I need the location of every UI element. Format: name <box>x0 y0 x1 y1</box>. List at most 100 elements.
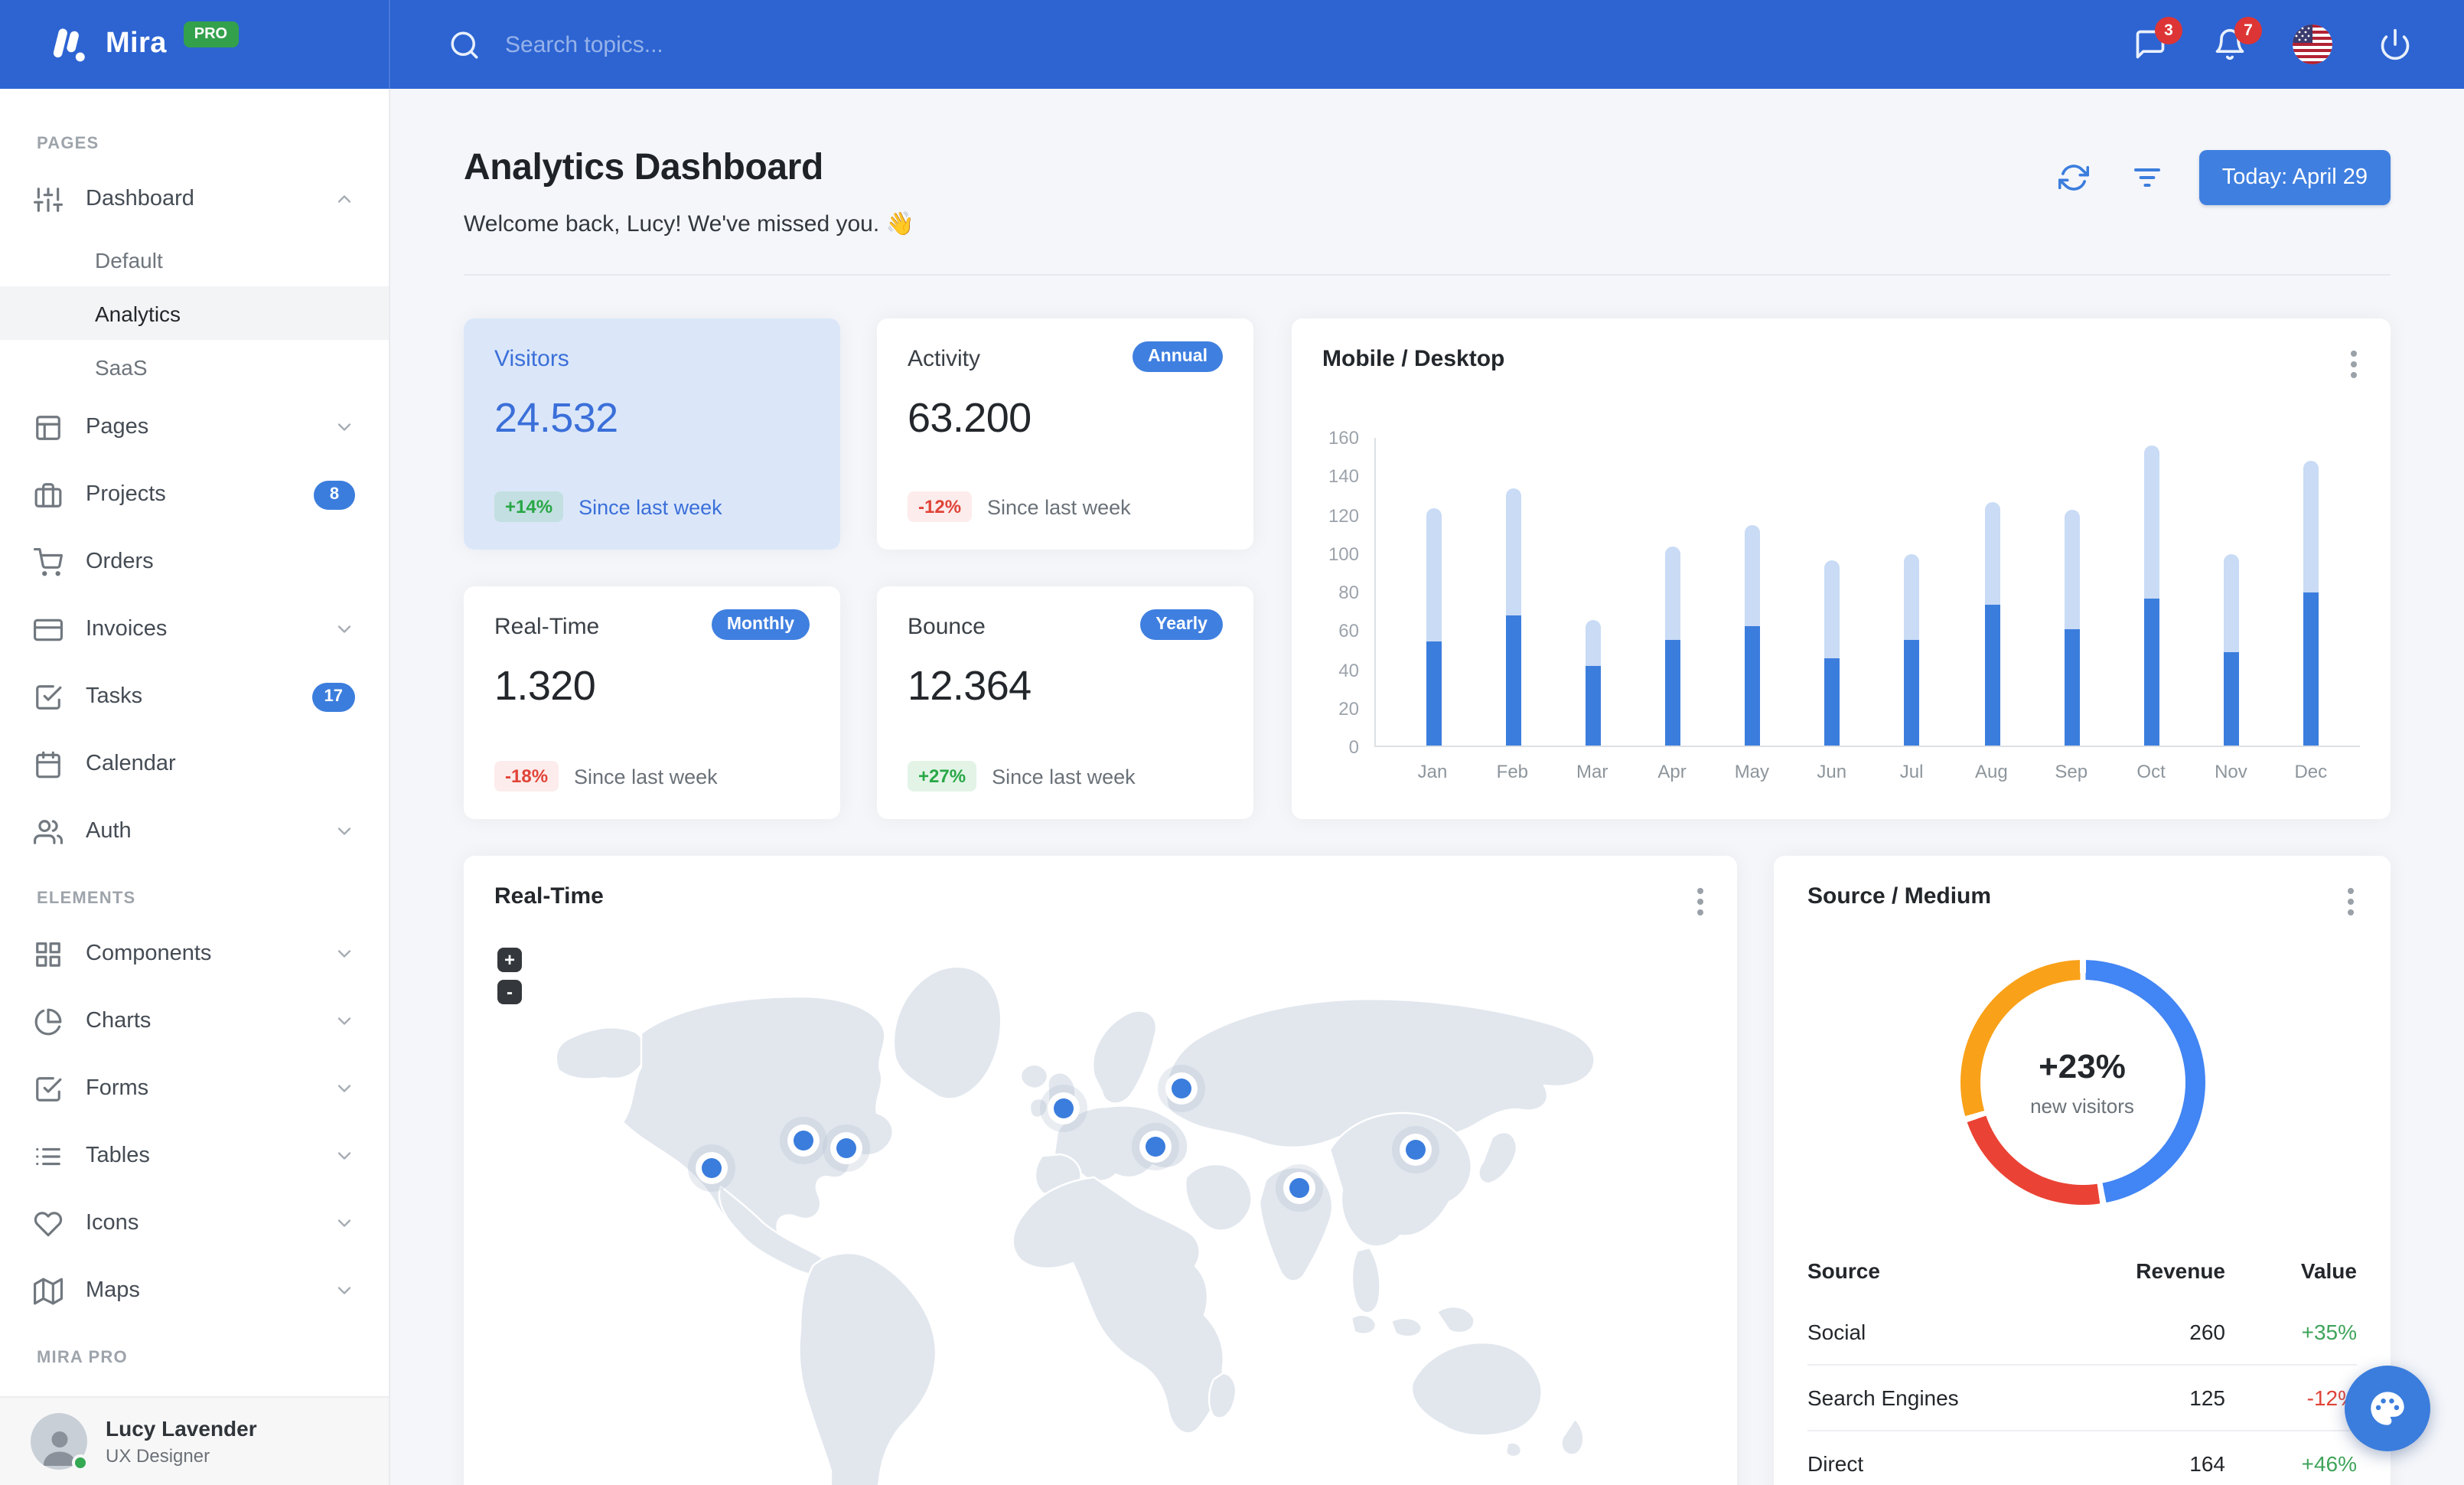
sidebar-item-pages[interactable]: Pages <box>0 393 389 461</box>
mobile-desktop-card: Mobile / Desktop 0 20 40 60 80 100 120 140 160 J… <box>1292 318 2391 819</box>
stat-delta-chip: -18% <box>494 761 559 791</box>
table-header-revenue: Revenue <box>2136 1258 2225 1283</box>
bar-chart-y-axis: 0 20 40 60 80 100 120 140 160 <box>1322 427 1374 758</box>
notifications-count-badge: 7 <box>2234 17 2262 44</box>
bar-segment-desktop <box>2143 445 2159 599</box>
stat-period-badge[interactable]: Yearly <box>1140 609 1223 640</box>
sidebar-item-maps[interactable]: Maps <box>0 1257 389 1324</box>
filter-button[interactable] <box>2126 156 2169 199</box>
search <box>448 28 961 60</box>
chevron-down-icon <box>334 416 355 438</box>
y-tick-label: 60 <box>1338 620 1359 642</box>
sidebar-item-forms[interactable]: Forms <box>0 1055 389 1122</box>
sidebar-subitem-analytics[interactable]: Analytics <box>0 286 389 340</box>
sidebar-item-auth[interactable]: Auth <box>0 798 389 865</box>
messages-button[interactable]: 3 <box>2133 17 2182 61</box>
stat-caption: Since last week <box>574 765 718 788</box>
sidebar-count-badge: 8 <box>314 480 355 509</box>
brand[interactable]: Mira PRO <box>0 0 390 89</box>
kebab-menu-icon[interactable] <box>2348 346 2360 383</box>
y-tick-label: 20 <box>1338 697 1359 720</box>
logout-button[interactable] <box>2378 28 2412 61</box>
table-row-direct: Direct 164 +46% <box>1807 1430 2357 1485</box>
stat-value: 63.200 <box>908 395 1032 441</box>
map-marker <box>1406 1140 1426 1160</box>
x-tick-label: Jul <box>1899 761 1924 782</box>
online-status-dot <box>72 1454 89 1471</box>
stacked-bar-oct <box>2143 445 2159 746</box>
sidebar-item-orders[interactable]: Orders <box>0 528 389 596</box>
y-tick-label: 0 <box>1348 736 1359 758</box>
chevron-down-icon <box>334 1078 355 1099</box>
stat-delta-chip: -12% <box>908 491 973 522</box>
world-map: + - <box>494 935 1706 1485</box>
search-input[interactable] <box>502 30 961 59</box>
power-icon <box>2378 28 2412 61</box>
bar-segment-mobile <box>1745 625 1761 746</box>
stat-period-badge[interactable]: Annual <box>1133 341 1223 372</box>
user-role: UX Designer <box>106 1445 210 1467</box>
sidebar-item-components[interactable]: Components <box>0 920 389 987</box>
pie-chart-icon <box>34 1007 63 1036</box>
stacked-bar-apr <box>1665 546 1681 746</box>
bar-chart-x-axis: Jan Feb Mar Apr May Jun Jul Aug Sep Oct Nov Dec <box>1374 747 2360 782</box>
table-header-value: Value <box>2300 1258 2357 1283</box>
refresh-button[interactable] <box>2052 156 2095 199</box>
sidebar-item-calendar[interactable]: Calendar <box>0 730 389 798</box>
map-card-title: Real-Time <box>494 883 604 909</box>
shopping-cart-icon <box>34 547 63 576</box>
today-button[interactable]: Today: April 29 <box>2198 150 2391 205</box>
stacked-bar-aug <box>1984 501 2000 746</box>
bar-segment-mobile <box>1824 658 1840 746</box>
sidebar-item-tables[interactable]: Tables <box>0 1122 389 1190</box>
sidebar-subitem-saas[interactable]: SaaS <box>0 340 389 393</box>
stacked-bar-may <box>1745 525 1761 746</box>
stat-caption: Since last week <box>579 495 722 518</box>
bar-segment-mobile <box>1665 639 1681 746</box>
language-button[interactable] <box>2293 24 2332 64</box>
topbar-actions: 3 7 <box>2133 17 2464 64</box>
sidebar-item-tasks[interactable]: Tasks 17 <box>0 663 389 730</box>
sliders-icon <box>34 184 63 214</box>
sidebar-item-invoices[interactable]: Invoices <box>0 596 389 663</box>
sidebar-item-projects[interactable]: Projects 8 <box>0 461 389 528</box>
bar-segment-mobile <box>2143 599 2159 746</box>
x-tick-label: Sep <box>2055 761 2088 782</box>
kebab-menu-icon[interactable] <box>2345 883 2357 920</box>
map-marker <box>702 1158 722 1178</box>
stat-value: 12.364 <box>908 663 1032 709</box>
sidebar-subitem-default[interactable]: Default <box>0 233 389 286</box>
sidebar-user[interactable]: Lucy Lavender UX Designer <box>0 1396 389 1485</box>
app-root: Mira PRO 3 7 <box>0 0 2464 1485</box>
chevron-up-icon <box>334 188 355 210</box>
x-tick-label: Nov <box>2215 761 2247 782</box>
chevron-down-icon <box>334 1145 355 1167</box>
bar-segment-desktop <box>1904 554 1920 640</box>
kebab-menu-icon[interactable] <box>1694 883 1706 920</box>
theme-settings-fab[interactable] <box>2345 1366 2430 1451</box>
us-flag-icon <box>2293 24 2332 64</box>
bar-segment-mobile <box>1904 639 1920 746</box>
stat-card-real-time: Real-Time Monthly 1.320 -18% Since last week <box>464 586 840 819</box>
stacked-bar-jun <box>1824 560 1840 746</box>
bar-segment-desktop <box>1984 501 2000 605</box>
bar-segment-mobile <box>1586 666 1602 746</box>
notifications-button[interactable]: 7 <box>2213 17 2262 61</box>
map-zoom-in-button[interactable]: + <box>497 948 522 972</box>
map-zoom-out-button[interactable]: - <box>497 980 522 1004</box>
map-marker <box>1289 1178 1309 1198</box>
x-tick-label: Dec <box>2294 761 2328 782</box>
sidebar-item-charts[interactable]: Charts <box>0 987 389 1055</box>
sidebar-item-icons[interactable]: Icons <box>0 1190 389 1257</box>
stat-title: Real-Time <box>494 614 600 640</box>
bar-segment-mobile <box>1984 604 2000 746</box>
y-tick-label: 80 <box>1338 582 1359 603</box>
donut-center-label: new visitors <box>2030 1095 2134 1118</box>
header-divider <box>464 274 2391 276</box>
table-row-search-engines: Search Engines 125 -12% <box>1807 1364 2357 1431</box>
bar-segment-desktop <box>1745 525 1761 626</box>
sidebar-item-dashboard[interactable]: Dashboard <box>0 165 389 233</box>
stat-period-badge[interactable]: Monthly <box>711 609 810 640</box>
cell-revenue: 125 <box>2078 1364 2247 1431</box>
y-tick-label: 100 <box>1328 543 1359 565</box>
